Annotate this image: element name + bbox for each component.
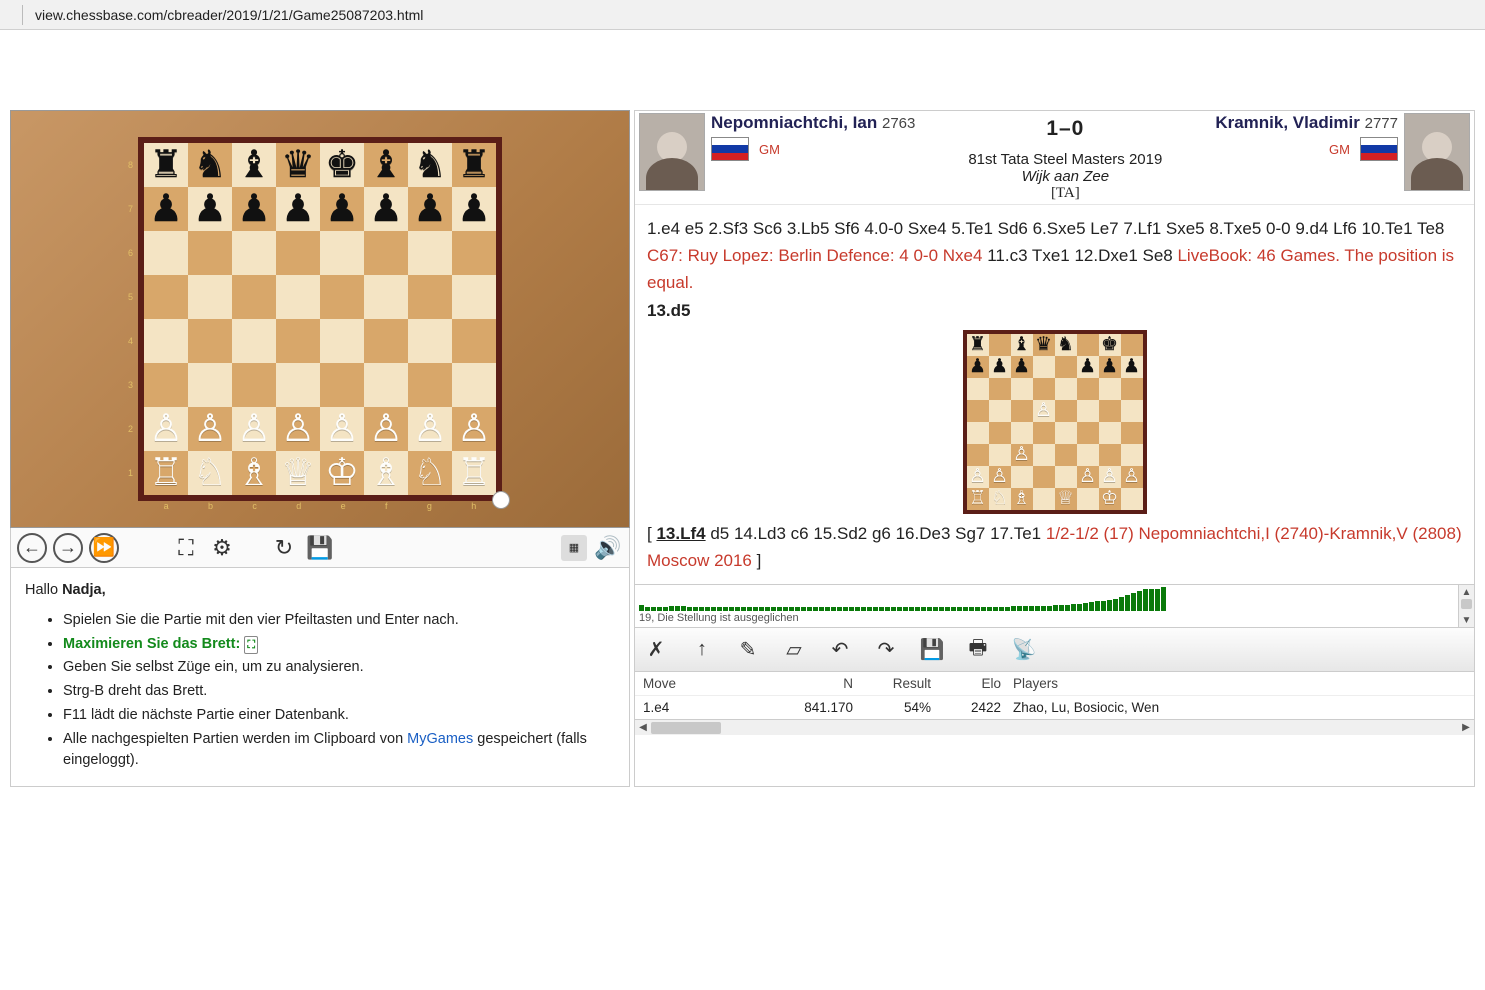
toggle-threat-button[interactable]: ✗	[643, 637, 669, 663]
eraser-button[interactable]: ▱	[781, 637, 807, 663]
moves[interactable]: 1.e4 e5 2.Sf3 Sc6 3.Lb5 Sf6 4.0-0 Sxe4 5…	[647, 219, 1444, 238]
undo-button[interactable]: ↶	[827, 637, 853, 663]
table-row[interactable]: 1.e4 841.170 54% 2422 Zhao, Lu, Bosiocic…	[635, 696, 1474, 719]
save-button[interactable]: 💾	[305, 533, 335, 563]
broadcast-button[interactable]: 📡	[1011, 637, 1037, 663]
minimap-button[interactable]: ▦	[561, 535, 587, 561]
white-avatar	[639, 113, 705, 191]
event: 81st Tata Steel Masters 2019	[921, 151, 1209, 168]
expand-icon: ⛶	[244, 636, 258, 655]
eval-text: 19, Die Stellung ist ausgeglichen	[635, 611, 1474, 625]
print-button[interactable]: 🖶	[965, 637, 991, 663]
table-header: Move N Result Elo Players	[635, 672, 1474, 696]
notation-panel[interactable]: 1.e4 e5 2.Sf3 Sc6 3.Lb5 Sf6 4.0-0 Sxe4 5…	[635, 205, 1474, 584]
divider	[22, 5, 23, 25]
col-elo: Elo	[943, 676, 1013, 691]
help-item: F11 lädt die nächste Partie einer Datenb…	[63, 705, 615, 727]
nav-back-button[interactable]: ←	[17, 533, 47, 563]
nav-fast-forward-button[interactable]: ⏩	[89, 533, 119, 563]
col-n: N	[763, 676, 873, 691]
help-item: Alle nachgespielten Partien werden im Cl…	[63, 729, 615, 773]
diagram-frame: ♜♝♛♞♚♟♟♟♟♟♟♙♙♙♙♙♙♙♖♘♗♕♔	[963, 330, 1147, 514]
username: Nadja,	[62, 582, 106, 598]
scroll-up-icon[interactable]: ▲	[1459, 585, 1474, 599]
white-identity: GM	[711, 137, 915, 161]
file-labels: abcdefgh	[144, 501, 496, 511]
variation[interactable]: [ 13.Lf4 d5 14.Ld3 c6 15.Sd2 g6 16.De3 S…	[647, 520, 1462, 574]
left-column: 87654321 ♜♞♝♛♚♝♞♜♟♟♟♟♟♟♟♟♙♙♙♙♙♙♙♙♖♘♗♕♔♗♘…	[10, 110, 630, 787]
move-indicator-dot[interactable]	[492, 491, 510, 509]
white-name: Nepomniachtchi, Ian 2763	[711, 113, 915, 133]
help-panel: Hallo Nadja, Spielen Sie die Partie mit …	[10, 568, 630, 787]
mygames-link[interactable]: MyGames	[407, 731, 473, 747]
expand-board-button[interactable]: ⛶	[171, 533, 201, 563]
analysis-toolbar: ✗ ↑ ✎ ▱ ↶ ↷ 💾 🖶 📡	[635, 628, 1474, 672]
help-list: Spielen Sie die Partie mit den vier Pfei…	[63, 610, 615, 772]
flag-ru-icon	[711, 137, 749, 161]
scroll-thumb[interactable]	[651, 722, 721, 734]
diagram-board: ♜♝♛♞♚♟♟♟♟♟♟♙♙♙♙♙♙♙♖♘♗♕♔	[967, 334, 1143, 510]
scroll-left-icon[interactable]: ◀	[635, 720, 651, 735]
annotator: [TA]	[921, 185, 1209, 202]
board-frame: 87654321 ♜♞♝♛♚♝♞♜♟♟♟♟♟♟♟♟♙♙♙♙♙♙♙♙♖♘♗♕♔♗♘…	[138, 137, 502, 501]
col-result: Result	[873, 676, 943, 691]
rank-labels: 87654321	[128, 143, 133, 495]
black-title: GM	[1329, 142, 1350, 157]
game-info: 1–0 81st Tata Steel Masters 2019 Wijk aa…	[921, 113, 1209, 202]
game-header: Nepomniachtchi, Ian 2763 GM 1–0 81st Tat…	[635, 111, 1474, 205]
moves[interactable]: 11.c3 Txe1 12.Dxe1 Se8	[982, 246, 1177, 265]
board-panel: 87654321 ♜♞♝♛♚♝♞♜♟♟♟♟♟♟♟♟♙♙♙♙♙♙♙♙♖♘♗♕♔♗♘…	[10, 110, 630, 528]
url: view.chessbase.com/cbreader/2019/1/21/Ga…	[35, 7, 423, 23]
engine-button[interactable]: ⚙	[207, 533, 237, 563]
address-bar: view.chessbase.com/cbreader/2019/1/21/Ga…	[0, 0, 1485, 30]
greeting: Hallo	[25, 582, 58, 598]
eval-graph[interactable]	[635, 585, 1474, 611]
nav-forward-button[interactable]: →	[53, 533, 83, 563]
board-toolbar: ← → ⏩ ⛶ ⚙ ↻ 💾 ▦ 🔊	[10, 528, 630, 568]
help-item: Strg-B dreht das Brett.	[63, 681, 615, 703]
scrollbar-vertical[interactable]: ▲ ▼	[1458, 585, 1474, 627]
scrollbar-horizontal[interactable]: ◀ ▶	[635, 719, 1474, 735]
result: 1–0	[921, 117, 1209, 141]
black-name: Kramnik, Vladimir 2777	[1215, 113, 1398, 133]
moves-table: Move N Result Elo Players 1.e4 841.170 5…	[635, 672, 1474, 735]
highlight-button[interactable]: ✎	[735, 637, 761, 663]
reload-button[interactable]: ↻	[269, 533, 299, 563]
sound-button[interactable]: 🔊	[593, 533, 623, 563]
save-game-button[interactable]: 💾	[919, 637, 945, 663]
white-title: GM	[759, 142, 780, 157]
current-move[interactable]: 13.d5	[647, 301, 690, 320]
eval-panel: 19, Die Stellung ist ausgeglichen ▲ ▼	[635, 584, 1474, 628]
help-item: Geben Sie selbst Züge ein, um zu analysi…	[63, 657, 615, 679]
promote-line-button[interactable]: ↑	[689, 637, 715, 663]
maximize-hint: Maximieren Sie das Brett: ⛶	[63, 636, 258, 652]
black-player-block: Kramnik, Vladimir 2777 GM	[1215, 113, 1398, 161]
variation-move[interactable]: 13.Lf4	[656, 524, 705, 543]
col-move: Move	[643, 676, 763, 691]
redo-button[interactable]: ↷	[873, 637, 899, 663]
scroll-right-icon[interactable]: ▶	[1458, 720, 1474, 735]
annotation: C67: Ruy Lopez: Berlin Defence: 4 0-0 Nx…	[647, 246, 982, 265]
col-players: Players	[1013, 676, 1466, 691]
black-avatar	[1404, 113, 1470, 191]
black-identity: GM	[1329, 137, 1398, 161]
help-item: Maximieren Sie das Brett: ⛶	[63, 634, 615, 656]
scroll-thumb[interactable]	[1461, 599, 1472, 609]
chess-board[interactable]: ♜♞♝♛♚♝♞♜♟♟♟♟♟♟♟♟♙♙♙♙♙♙♙♙♖♘♗♕♔♗♘♖	[144, 143, 496, 495]
flag-ru-icon	[1360, 137, 1398, 161]
white-player-block: Nepomniachtchi, Ian 2763 GM	[711, 113, 915, 161]
help-item: Spielen Sie die Partie mit den vier Pfei…	[63, 610, 615, 632]
right-column: Nepomniachtchi, Ian 2763 GM 1–0 81st Tat…	[634, 110, 1475, 787]
site: Wijk aan Zee	[921, 168, 1209, 185]
scroll-down-icon[interactable]: ▼	[1459, 613, 1474, 627]
diagram-wrap: ♜♝♛♞♚♟♟♟♟♟♟♙♙♙♙♙♙♙♖♘♗♕♔	[647, 330, 1462, 514]
page: 87654321 ♜♞♝♛♚♝♞♜♟♟♟♟♟♟♟♟♙♙♙♙♙♙♙♙♖♘♗♕♔♗♘…	[0, 30, 1485, 797]
